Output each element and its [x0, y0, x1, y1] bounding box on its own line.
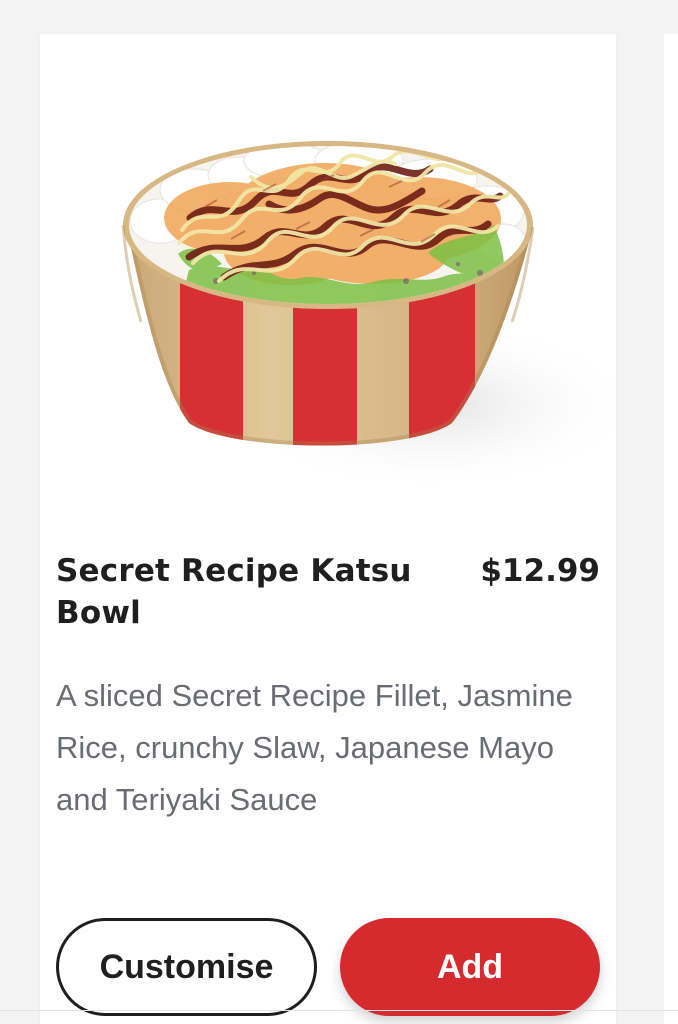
- product-price: $12.99: [480, 553, 600, 589]
- add-button[interactable]: Add: [340, 918, 600, 1016]
- katsu-bowl-image: [121, 141, 616, 491]
- product-card[interactable]: Secret Recipe Katsu Bowl $12.99 A sliced…: [40, 34, 616, 1024]
- product-description: A sliced Secret Recipe Fillet, Jasmine R…: [56, 678, 573, 817]
- bottom-divider: [0, 1010, 678, 1011]
- next-product-card-edge[interactable]: [664, 34, 678, 1024]
- customise-button[interactable]: Customise: [56, 918, 317, 1016]
- product-image: [40, 34, 616, 534]
- menu-item-carousel: Secret Recipe Katsu Bowl $12.99 A sliced…: [0, 0, 678, 1024]
- product-title: Secret Recipe Katsu Bowl: [56, 553, 412, 631]
